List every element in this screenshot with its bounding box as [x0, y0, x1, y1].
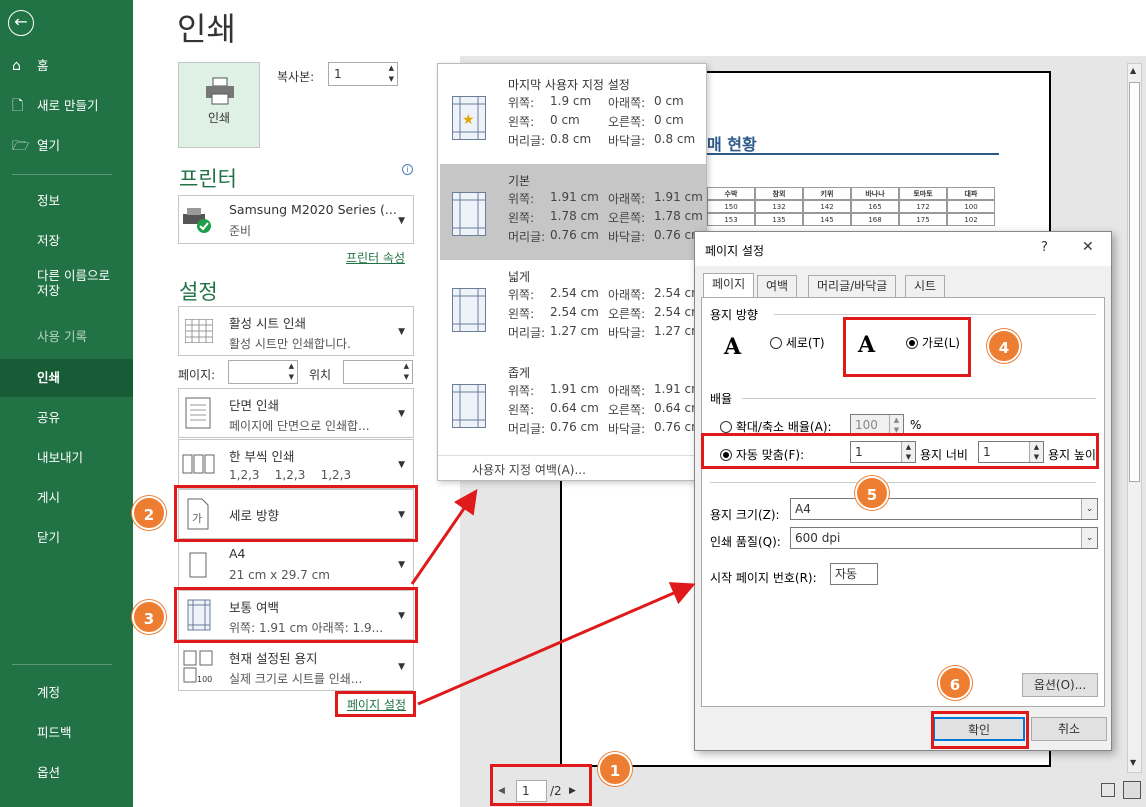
step-badge: 1 [598, 752, 632, 786]
step-badge: 6 [938, 666, 972, 700]
step-badge: 3 [132, 600, 166, 634]
step-badge: 5 [855, 476, 889, 510]
annotation-arrows [410, 489, 696, 706]
step-badge: 2 [132, 496, 166, 530]
step-badge: 4 [987, 329, 1021, 363]
